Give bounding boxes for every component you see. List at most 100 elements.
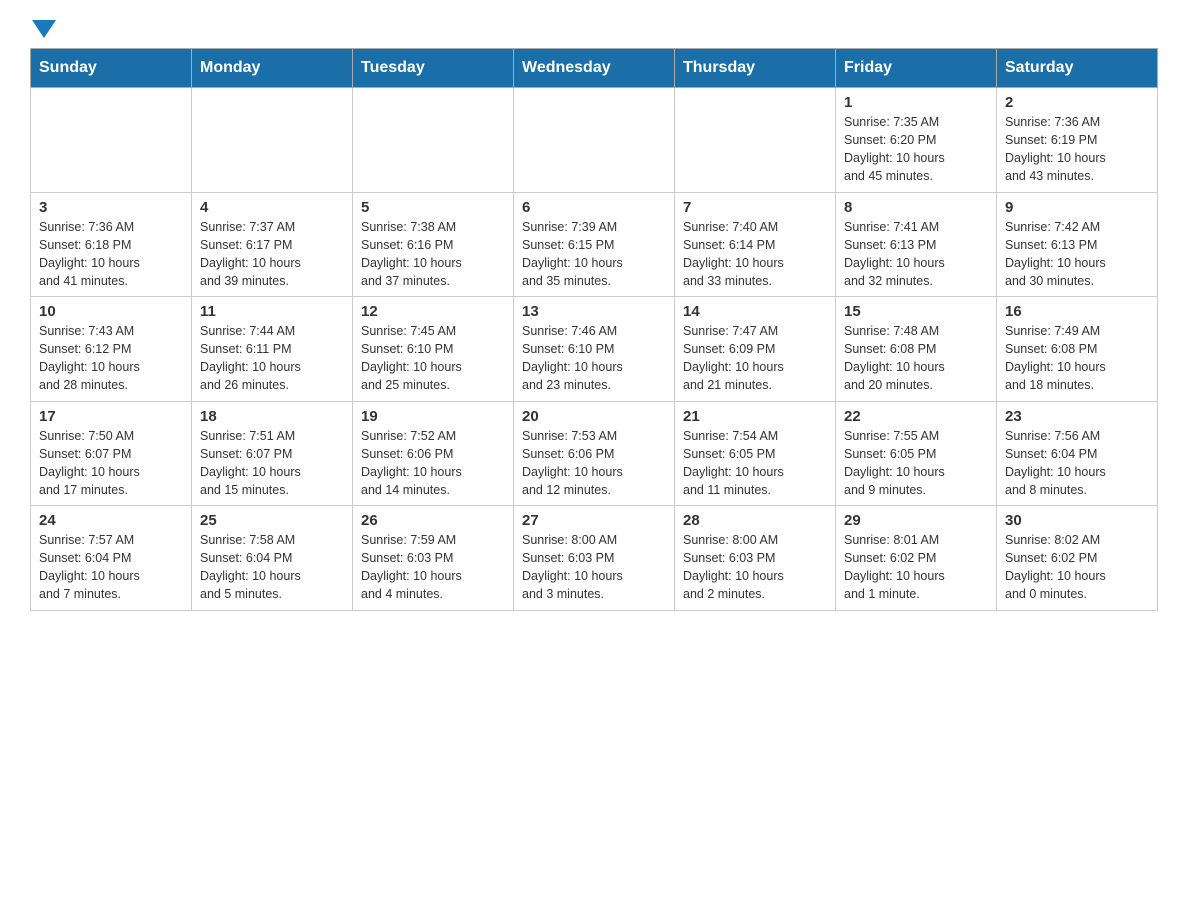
day-info: Sunrise: 7:37 AM Sunset: 6:17 PM Dayligh… xyxy=(200,218,344,291)
day-info: Sunrise: 8:00 AM Sunset: 6:03 PM Dayligh… xyxy=(522,531,666,604)
day-header-wednesday: Wednesday xyxy=(514,49,675,88)
day-number: 19 xyxy=(361,408,505,425)
calendar-cell xyxy=(192,88,353,193)
day-header-tuesday: Tuesday xyxy=(353,49,514,88)
calendar-cell: 17Sunrise: 7:50 AM Sunset: 6:07 PM Dayli… xyxy=(31,401,192,506)
calendar-cell: 13Sunrise: 7:46 AM Sunset: 6:10 PM Dayli… xyxy=(514,297,675,402)
calendar-cell: 18 Sunrise: 7:51 AM Sunset: 6:07 PM Dayli… xyxy=(192,401,353,506)
day-number: 5 xyxy=(361,199,505,216)
day-number: 22 xyxy=(844,408,988,425)
day-number: 7 xyxy=(683,199,827,216)
day-info: Sunrise: 7:51 AM Sunset: 6:07 PM Dayligh… xyxy=(200,427,344,500)
day-number: 3 xyxy=(39,199,183,216)
day-number: 30 xyxy=(1005,512,1149,529)
day-info: Sunrise: 7:35 AM Sunset: 6:20 PM Dayligh… xyxy=(844,113,988,186)
day-number: 15 xyxy=(844,303,988,320)
day-header-saturday: Saturday xyxy=(997,49,1158,88)
day-info: Sunrise: 8:01 AM Sunset: 6:02 PM Dayligh… xyxy=(844,531,988,604)
day-info: Sunrise: 7:39 AM Sunset: 6:15 PM Dayligh… xyxy=(522,218,666,291)
day-number: 2 xyxy=(1005,94,1149,111)
day-info: Sunrise: 7:59 AM Sunset: 6:03 PM Dayligh… xyxy=(361,531,505,604)
day-info: Sunrise: 7:49 AM Sunset: 6:08 PM Dayligh… xyxy=(1005,322,1149,395)
calendar-cell: 11 Sunrise: 7:44 AM Sunset: 6:11 PM Dayli… xyxy=(192,297,353,402)
day-header-sunday: Sunday xyxy=(31,49,192,88)
calendar-cell: 28 Sunrise: 8:00 AM Sunset: 6:03 PM Dayli… xyxy=(675,506,836,611)
calendar-week-3: 10 Sunrise: 7:43 AM Sunset: 6:12 PM Dayli… xyxy=(31,297,1158,402)
day-info: Sunrise: 7:41 AM Sunset: 6:13 PM Dayligh… xyxy=(844,218,988,291)
calendar-cell xyxy=(514,88,675,193)
calendar-table: SundayMondayTuesdayWednesdayThursdayFrid… xyxy=(30,48,1158,611)
day-number: 17 xyxy=(39,408,183,425)
calendar-cell: 27 Sunrise: 8:00 AM Sunset: 6:03 PM Dayli… xyxy=(514,506,675,611)
day-number: 12 xyxy=(361,303,505,320)
calendar-cell: 5 Sunrise: 7:38 AM Sunset: 6:16 PM Daylig… xyxy=(353,192,514,297)
calendar-cell: 2 Sunrise: 7:36 AM Sunset: 6:19 PM Daylig… xyxy=(997,88,1158,193)
day-number: 1 xyxy=(844,94,988,111)
day-info: Sunrise: 8:00 AM Sunset: 6:03 PM Dayligh… xyxy=(683,531,827,604)
calendar-cell xyxy=(31,88,192,193)
day-info: Sunrise: 7:54 AM Sunset: 6:05 PM Dayligh… xyxy=(683,427,827,500)
day-number: 14 xyxy=(683,303,827,320)
day-header-thursday: Thursday xyxy=(675,49,836,88)
calendar-cell: 24Sunrise: 7:57 AM Sunset: 6:04 PM Dayli… xyxy=(31,506,192,611)
calendar-cell: 4 Sunrise: 7:37 AM Sunset: 6:17 PM Daylig… xyxy=(192,192,353,297)
day-number: 20 xyxy=(522,408,666,425)
day-info: Sunrise: 7:43 AM Sunset: 6:12 PM Dayligh… xyxy=(39,322,183,395)
calendar-cell: 26 Sunrise: 7:59 AM Sunset: 6:03 PM Dayli… xyxy=(353,506,514,611)
calendar-cell: 12Sunrise: 7:45 AM Sunset: 6:10 PM Dayli… xyxy=(353,297,514,402)
calendar-header-row: SundayMondayTuesdayWednesdayThursdayFrid… xyxy=(31,49,1158,88)
day-info: Sunrise: 7:44 AM Sunset: 6:11 PM Dayligh… xyxy=(200,322,344,395)
day-number: 25 xyxy=(200,512,344,529)
day-number: 11 xyxy=(200,303,344,320)
calendar-cell: 6 Sunrise: 7:39 AM Sunset: 6:15 PM Daylig… xyxy=(514,192,675,297)
day-number: 29 xyxy=(844,512,988,529)
calendar-cell: 15Sunrise: 7:48 AM Sunset: 6:08 PM Dayli… xyxy=(836,297,997,402)
day-number: 23 xyxy=(1005,408,1149,425)
day-info: Sunrise: 7:36 AM Sunset: 6:18 PM Dayligh… xyxy=(39,218,183,291)
day-info: Sunrise: 7:42 AM Sunset: 6:13 PM Dayligh… xyxy=(1005,218,1149,291)
calendar-cell: 29 Sunrise: 8:01 AM Sunset: 6:02 PM Dayli… xyxy=(836,506,997,611)
calendar-cell: 21 Sunrise: 7:54 AM Sunset: 6:05 PM Dayli… xyxy=(675,401,836,506)
calendar-cell: 22 Sunrise: 7:55 AM Sunset: 6:05 PM Dayli… xyxy=(836,401,997,506)
day-header-monday: Monday xyxy=(192,49,353,88)
day-info: Sunrise: 7:56 AM Sunset: 6:04 PM Dayligh… xyxy=(1005,427,1149,500)
logo xyxy=(30,20,56,38)
day-info: Sunrise: 7:55 AM Sunset: 6:05 PM Dayligh… xyxy=(844,427,988,500)
calendar-cell xyxy=(675,88,836,193)
calendar-cell: 23 Sunrise: 7:56 AM Sunset: 6:04 PM Dayli… xyxy=(997,401,1158,506)
calendar-week-4: 17Sunrise: 7:50 AM Sunset: 6:07 PM Dayli… xyxy=(31,401,1158,506)
day-number: 21 xyxy=(683,408,827,425)
calendar-cell: 7 Sunrise: 7:40 AM Sunset: 6:14 PM Daylig… xyxy=(675,192,836,297)
day-info: Sunrise: 7:52 AM Sunset: 6:06 PM Dayligh… xyxy=(361,427,505,500)
logo-triangle-icon xyxy=(32,20,56,38)
calendar-cell: 16Sunrise: 7:49 AM Sunset: 6:08 PM Dayli… xyxy=(997,297,1158,402)
calendar-cell: 30Sunrise: 8:02 AM Sunset: 6:02 PM Dayli… xyxy=(997,506,1158,611)
day-number: 8 xyxy=(844,199,988,216)
day-info: Sunrise: 7:47 AM Sunset: 6:09 PM Dayligh… xyxy=(683,322,827,395)
day-number: 28 xyxy=(683,512,827,529)
calendar-cell: 20 Sunrise: 7:53 AM Sunset: 6:06 PM Dayli… xyxy=(514,401,675,506)
day-number: 10 xyxy=(39,303,183,320)
calendar-cell: 19 Sunrise: 7:52 AM Sunset: 6:06 PM Dayli… xyxy=(353,401,514,506)
day-number: 4 xyxy=(200,199,344,216)
day-number: 24 xyxy=(39,512,183,529)
day-number: 6 xyxy=(522,199,666,216)
calendar-cell: 9Sunrise: 7:42 AM Sunset: 6:13 PM Daylig… xyxy=(997,192,1158,297)
day-info: Sunrise: 7:36 AM Sunset: 6:19 PM Dayligh… xyxy=(1005,113,1149,186)
calendar-cell: 14 Sunrise: 7:47 AM Sunset: 6:09 PM Dayli… xyxy=(675,297,836,402)
page-header xyxy=(30,20,1158,38)
day-info: Sunrise: 7:58 AM Sunset: 6:04 PM Dayligh… xyxy=(200,531,344,604)
day-number: 27 xyxy=(522,512,666,529)
day-number: 18 xyxy=(200,408,344,425)
day-info: Sunrise: 7:53 AM Sunset: 6:06 PM Dayligh… xyxy=(522,427,666,500)
day-info: Sunrise: 7:40 AM Sunset: 6:14 PM Dayligh… xyxy=(683,218,827,291)
day-info: Sunrise: 7:46 AM Sunset: 6:10 PM Dayligh… xyxy=(522,322,666,395)
day-info: Sunrise: 7:38 AM Sunset: 6:16 PM Dayligh… xyxy=(361,218,505,291)
calendar-cell: 3 Sunrise: 7:36 AM Sunset: 6:18 PM Daylig… xyxy=(31,192,192,297)
calendar-cell: 8 Sunrise: 7:41 AM Sunset: 6:13 PM Daylig… xyxy=(836,192,997,297)
day-number: 26 xyxy=(361,512,505,529)
day-header-friday: Friday xyxy=(836,49,997,88)
calendar-cell: 25 Sunrise: 7:58 AM Sunset: 6:04 PM Dayli… xyxy=(192,506,353,611)
calendar-cell xyxy=(353,88,514,193)
calendar-cell: 1 Sunrise: 7:35 AM Sunset: 6:20 PM Daylig… xyxy=(836,88,997,193)
